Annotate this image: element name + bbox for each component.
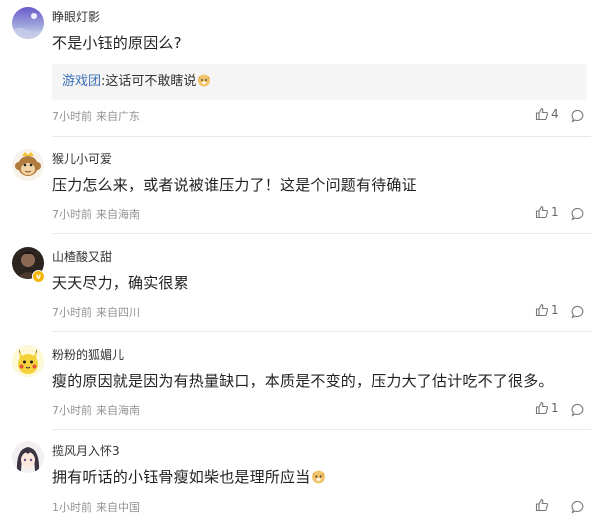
divider xyxy=(52,136,591,137)
comment-bubble-icon xyxy=(571,500,584,514)
comment-time: 7小时前 xyxy=(52,110,92,123)
reply-button[interactable] xyxy=(571,206,585,225)
avatar-monkey-icon xyxy=(12,149,44,181)
comment-username[interactable]: 睁眼灯影 xyxy=(52,8,100,25)
like-count: 1 xyxy=(551,205,559,219)
comment-time: 7小时前 xyxy=(52,306,92,319)
reply-button[interactable] xyxy=(571,108,585,127)
comment-text: 拥有听话的小钰骨瘦如柴也是理所应当 xyxy=(52,466,326,488)
like-button[interactable]: 1 xyxy=(535,303,559,317)
comment-location: 来自广东 xyxy=(96,110,140,123)
comment-location: 来自中国 xyxy=(96,501,140,514)
avatar[interactable] xyxy=(12,441,44,473)
comment-username[interactable]: 山楂酸又甜 xyxy=(52,248,112,265)
avatar[interactable] xyxy=(12,149,44,181)
comment-text: 不是小钰的原因么? xyxy=(52,34,182,52)
doge-emoji-icon xyxy=(197,66,211,102)
avatar-anime-icon xyxy=(12,441,44,473)
like-button[interactable] xyxy=(535,498,551,512)
comment-text: 瘦的原因就是因为有热量缺口，本质是不变的，压力大了估计吃不了很多。 xyxy=(52,372,554,390)
comment-username[interactable]: 猴儿小可爱 xyxy=(52,150,112,167)
comment-bubble-icon xyxy=(571,109,584,123)
comment-text-body: 拥有听话的小钰骨瘦如柴也是理所应当 xyxy=(52,468,311,486)
reply-box[interactable]: 游戏团:这话可不敢瞎说 xyxy=(52,64,587,100)
comment-time: 1小时前 xyxy=(52,501,92,514)
comment-list: 睁眼灯影 不是小钰的原因么? 游戏团:这话可不敢瞎说 7小时前 来自广东 4 猴… xyxy=(0,0,591,516)
comment-location: 来自四川 xyxy=(96,306,140,319)
avatar[interactable] xyxy=(12,345,44,377)
like-button[interactable]: 1 xyxy=(535,205,559,219)
doge-emoji-icon xyxy=(311,469,326,488)
comment-bubble-icon xyxy=(571,403,584,417)
comment-meta: 7小时前 来自海南 xyxy=(52,206,140,222)
comment-meta: 7小时前 来自广东 xyxy=(52,108,140,124)
thumbs-up-icon xyxy=(535,401,549,415)
divider xyxy=(52,429,591,430)
comment-time: 7小时前 xyxy=(52,404,92,417)
like-count: 1 xyxy=(551,401,559,415)
thumbs-up-icon xyxy=(535,303,549,317)
avatar-pikachu-icon xyxy=(12,345,44,377)
comment-meta: 7小时前 来自海南 xyxy=(52,402,140,418)
reply-text: 这话可不敢瞎说 xyxy=(105,74,197,89)
reply-username[interactable]: 游戏团 xyxy=(62,74,101,89)
comment-username[interactable]: 粉粉的狐媚儿 xyxy=(52,346,124,363)
like-button[interactable]: 4 xyxy=(535,107,559,121)
verified-badge: v xyxy=(32,270,45,283)
thumbs-up-icon xyxy=(535,205,549,219)
comment-username[interactable]: 揽风月入怀3 xyxy=(52,442,120,459)
avatar-sky-icon xyxy=(12,7,44,39)
divider xyxy=(52,331,591,332)
comment-text: 压力怎么来，或者说被谁压力了！这是个问题有待确证 xyxy=(52,176,417,194)
comment-meta: 1小时前 来自中国 xyxy=(52,499,140,515)
comment-bubble-icon xyxy=(571,305,584,319)
comment-location: 来自海南 xyxy=(96,208,140,221)
like-button[interactable]: 1 xyxy=(535,401,559,415)
comment-location: 来自海南 xyxy=(96,404,140,417)
like-count: 4 xyxy=(551,107,559,121)
thumbs-up-icon xyxy=(535,498,549,512)
reply-button[interactable] xyxy=(571,304,585,323)
divider xyxy=(52,233,591,234)
comment-text: 天天尽力，确实很累 xyxy=(52,274,189,292)
thumbs-up-icon xyxy=(535,107,549,121)
reply-button[interactable] xyxy=(571,402,585,421)
like-count: 1 xyxy=(551,303,559,317)
reply-button[interactable] xyxy=(571,499,585,518)
avatar[interactable] xyxy=(12,7,44,39)
comment-meta: 7小时前 来自四川 xyxy=(52,304,140,320)
comment-time: 7小时前 xyxy=(52,208,92,221)
comment-bubble-icon xyxy=(571,207,584,221)
